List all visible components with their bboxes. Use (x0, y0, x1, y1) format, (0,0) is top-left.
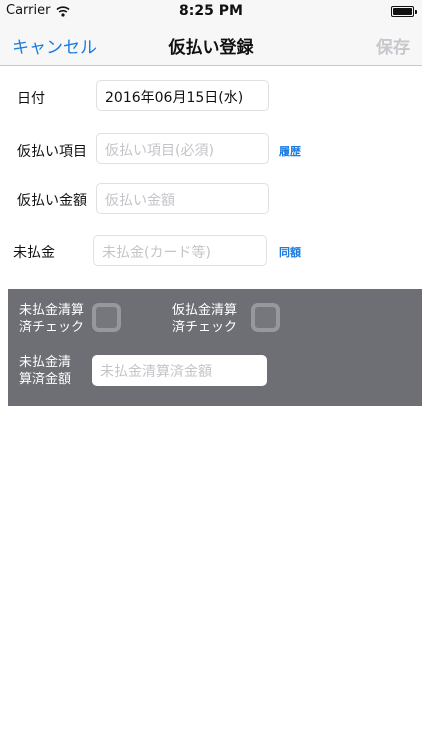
save-button[interactable]: 保存 (376, 33, 410, 58)
history-button[interactable]: 履歴 (279, 143, 301, 159)
settled-amount-label: 未払金清 算済金額 (19, 355, 72, 387)
unpaid-settled-checkbox[interactable] (92, 303, 121, 332)
advance-settled-checkbox[interactable] (251, 303, 280, 332)
page-title: 仮払い登録 (168, 38, 254, 58)
same-amount-button[interactable]: 同額 (279, 244, 301, 260)
unpaid-label: 未払金 (13, 245, 55, 261)
item-input[interactable]: 仮払い項目(必須) (96, 133, 269, 164)
advance-check-label: 仮払金清算 済チェック (172, 303, 238, 335)
date-field[interactable]: 2016年06月15日(水) (96, 80, 269, 111)
amount-label: 仮払い金額 (17, 193, 87, 209)
amount-input[interactable]: 仮払い金額 (96, 183, 269, 214)
date-label: 日付 (17, 91, 45, 107)
navigation-bar: キャンセル 仮払い登録 保存 (0, 22, 422, 66)
status-time: 8:25 PM (179, 3, 243, 19)
settled-amount-input[interactable]: 未払金清算済金額 (92, 355, 267, 386)
unpaid-input[interactable]: 未払金(カード等) (93, 235, 267, 266)
settlement-panel: 未払金清算 済チェック 仮払金清算 済チェック 未払金清 算済金額 未払金清算済… (8, 289, 422, 406)
status-bar: Carrier 8:25 PM (0, 0, 422, 22)
unpaid-check-label: 未払金清算 済チェック (19, 303, 85, 335)
item-label: 仮払い項目 (17, 144, 87, 160)
battery-icon (391, 6, 417, 17)
